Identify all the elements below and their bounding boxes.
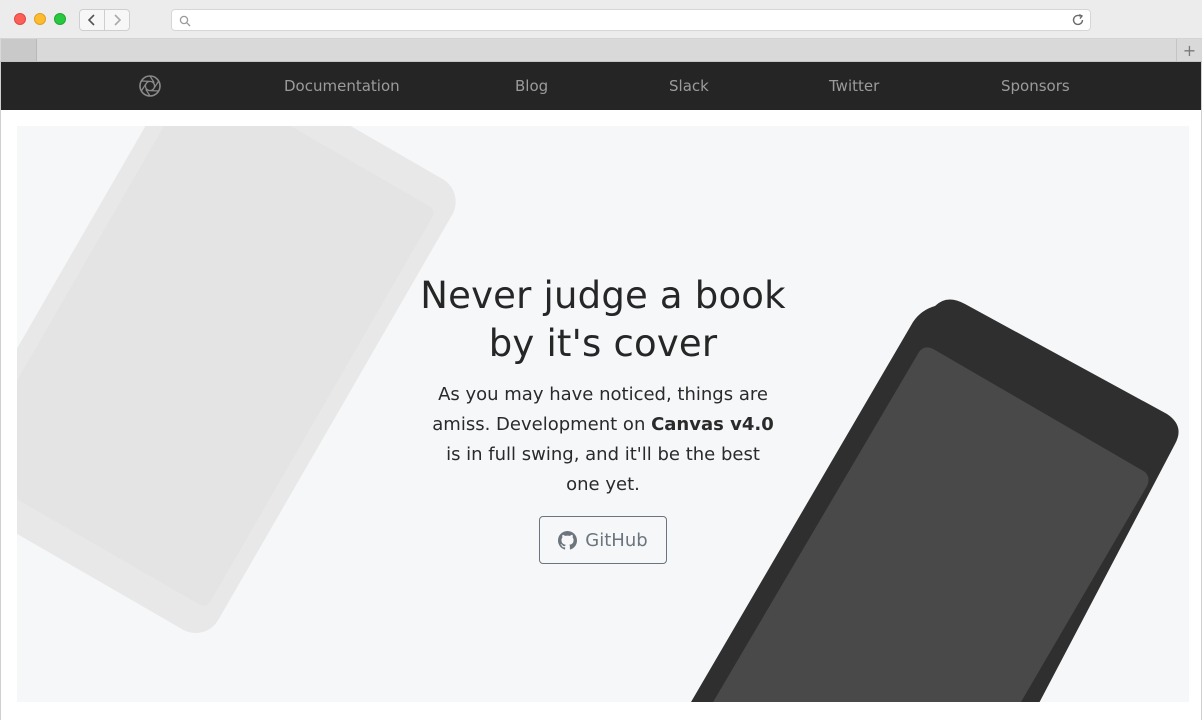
- nav-link-twitter[interactable]: Twitter: [829, 62, 879, 110]
- browser-toolbar: [0, 0, 1202, 39]
- tab-strip: +: [0, 39, 1202, 62]
- active-tab[interactable]: [1, 39, 37, 61]
- site-navbar: Documentation Blog Slack Twitter Sponsor…: [1, 62, 1201, 110]
- nav-link-documentation[interactable]: Documentation: [284, 62, 400, 110]
- github-button[interactable]: GitHub: [539, 516, 667, 564]
- nav-link-blog[interactable]: Blog: [515, 62, 548, 110]
- aperture-icon[interactable]: [138, 74, 162, 98]
- nav-link-sponsors[interactable]: Sponsors: [1001, 62, 1070, 110]
- reload-icon[interactable]: [1071, 13, 1085, 27]
- forward-button[interactable]: [104, 9, 130, 31]
- hero-section: Never judge a book by it's cover As you …: [17, 126, 1189, 702]
- address-bar[interactable]: [171, 9, 1091, 31]
- github-button-label: GitHub: [585, 529, 648, 551]
- light-tablet-illustration: [17, 126, 456, 633]
- hero-text-bold: Canvas v4.0: [651, 414, 774, 435]
- search-icon: [179, 15, 191, 27]
- hero-description: As you may have noticed, things are amis…: [420, 380, 786, 500]
- address-input[interactable]: [196, 12, 1056, 28]
- back-button[interactable]: [79, 9, 105, 31]
- window-close-button[interactable]: [14, 13, 26, 25]
- chevron-left-icon: [87, 14, 95, 26]
- nav-link-slack[interactable]: Slack: [669, 62, 709, 110]
- window-border-left: [0, 62, 1, 720]
- hero-text-after: is in full swing, and it'll be the best …: [446, 444, 760, 495]
- window-maximize-button[interactable]: [54, 13, 66, 25]
- new-tab-button[interactable]: +: [1176, 39, 1202, 61]
- hero-title: Never judge a book by it's cover: [420, 272, 786, 368]
- window-minimize-button[interactable]: [34, 13, 46, 25]
- hero-title-line2: by it's cover: [488, 322, 718, 365]
- chevron-right-icon: [114, 14, 122, 26]
- github-icon: [558, 530, 578, 550]
- hero-title-line1: Never judge a book: [420, 274, 786, 317]
- hero-content: Never judge a book by it's cover As you …: [420, 272, 786, 564]
